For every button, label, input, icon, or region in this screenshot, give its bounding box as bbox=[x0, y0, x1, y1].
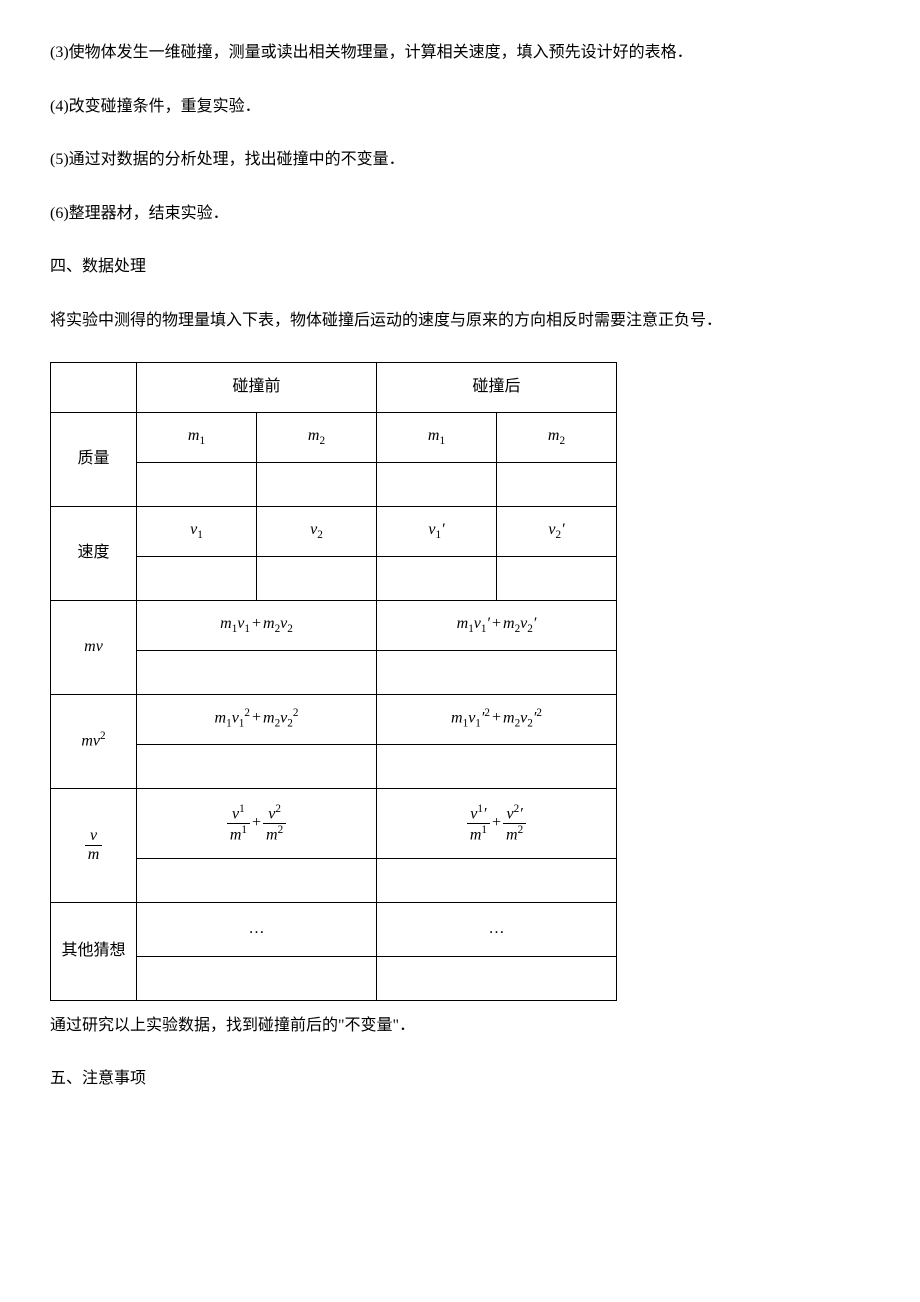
blank-cell bbox=[137, 858, 377, 902]
cell-vm-after: v1′m1+v2′m2 bbox=[377, 788, 617, 858]
cell-vm-before: v1m1+v2m2 bbox=[137, 788, 377, 858]
row-label-vm: vm bbox=[51, 788, 137, 902]
table-row: 其他猜想 … … bbox=[51, 902, 617, 956]
cell-mv2-after: m1v1′2+m2v2′2 bbox=[377, 694, 617, 744]
paragraph-5: (5)通过对数据的分析处理，找出碰撞中的不变量． bbox=[50, 147, 870, 173]
blank-cell bbox=[377, 744, 617, 788]
cell-m1-after: m1 bbox=[377, 412, 497, 462]
cell-ellipsis: … bbox=[137, 902, 377, 956]
row-label-mv2: mv2 bbox=[51, 694, 137, 788]
blank-cell bbox=[377, 650, 617, 694]
row-label-mv: mv bbox=[51, 600, 137, 694]
section-5-heading: 五、注意事项 bbox=[50, 1066, 870, 1092]
paragraph-6: (6)整理器材，结束实验． bbox=[50, 201, 870, 227]
header-before: 碰撞前 bbox=[137, 362, 377, 412]
cell-v1-prime: v1′ bbox=[377, 506, 497, 556]
cell-m2: m2 bbox=[257, 412, 377, 462]
section-4-heading: 四、数据处理 bbox=[50, 254, 870, 280]
table-row: mv2 m1v12+m2v22 m1v1′2+m2v2′2 bbox=[51, 694, 617, 744]
blank-cell bbox=[137, 556, 257, 600]
cell-ellipsis: … bbox=[377, 902, 617, 956]
blank-cell bbox=[51, 362, 137, 412]
blank-cell bbox=[377, 556, 497, 600]
table-conclusion: 通过研究以上实验数据，找到碰撞前后的"不变量"． bbox=[50, 1013, 870, 1039]
row-label-mass: 质量 bbox=[51, 412, 137, 506]
table-row: 速度 v1 v2 v1′ v2′ bbox=[51, 506, 617, 556]
cell-mv-after: m1v1′+m2v2′ bbox=[377, 600, 617, 650]
table-row: mv m1v1+m2v2 m1v1′+m2v2′ bbox=[51, 600, 617, 650]
data-table: 碰撞前 碰撞后 质量 m1 m2 m1 m2 速度 v1 v2 v1′ v2′ … bbox=[50, 362, 617, 1001]
blank-cell bbox=[257, 462, 377, 506]
blank-cell bbox=[137, 744, 377, 788]
blank-cell bbox=[377, 462, 497, 506]
cell-v1: v1 bbox=[137, 506, 257, 556]
header-after: 碰撞后 bbox=[377, 362, 617, 412]
blank-cell bbox=[137, 650, 377, 694]
paragraph-3: (3)使物体发生一维碰撞，测量或读出相关物理量，计算相关速度，填入预先设计好的表… bbox=[50, 40, 870, 66]
row-label-velocity: 速度 bbox=[51, 506, 137, 600]
blank-cell bbox=[497, 462, 617, 506]
blank-cell bbox=[497, 556, 617, 600]
paragraph-4: (4)改变碰撞条件，重复实验． bbox=[50, 94, 870, 120]
cell-mv-before: m1v1+m2v2 bbox=[137, 600, 377, 650]
table-intro: 将实验中测得的物理量填入下表，物体碰撞后运动的速度与原来的方向相反时需要注意正负… bbox=[50, 308, 870, 334]
cell-mv2-before: m1v12+m2v22 bbox=[137, 694, 377, 744]
cell-v2: v2 bbox=[257, 506, 377, 556]
table-row: 碰撞前 碰撞后 bbox=[51, 362, 617, 412]
table-row: vm v1m1+v2m2 v1′m1+v2′m2 bbox=[51, 788, 617, 858]
blank-cell bbox=[377, 858, 617, 902]
row-label-other: 其他猜想 bbox=[51, 902, 137, 1000]
blank-cell bbox=[377, 956, 617, 1000]
cell-m1: m1 bbox=[137, 412, 257, 462]
cell-v2-prime: v2′ bbox=[497, 506, 617, 556]
blank-cell bbox=[257, 556, 377, 600]
cell-m2-after: m2 bbox=[497, 412, 617, 462]
table-row: 质量 m1 m2 m1 m2 bbox=[51, 412, 617, 462]
blank-cell bbox=[137, 462, 257, 506]
blank-cell bbox=[137, 956, 377, 1000]
